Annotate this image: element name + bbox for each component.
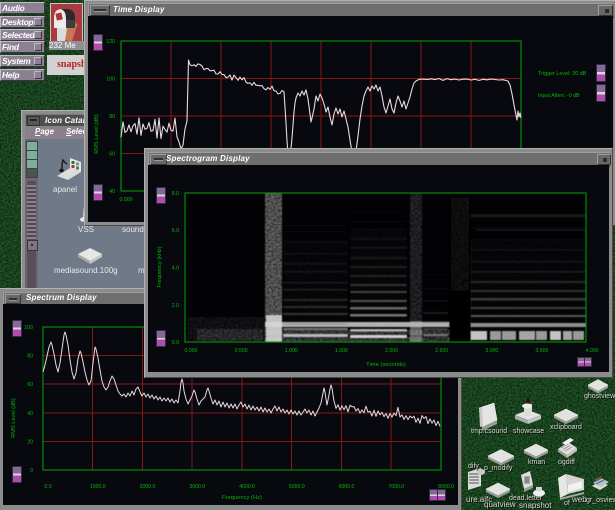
svg-text:40: 40	[109, 189, 115, 195]
svg-text:80: 80	[27, 354, 33, 360]
svg-text:Frequency (kHz): Frequency (kHz)	[157, 246, 163, 287]
svg-text:Input Atten: -0 dB: Input Atten: -0 dB	[538, 93, 580, 99]
svg-text:Trigger Level: 30 dB: Trigger Level: 30 dB	[538, 71, 587, 77]
svg-text:4000.0: 4000.0	[239, 484, 255, 490]
svg-text:3.000: 3.000	[485, 348, 498, 354]
svg-text:1.500: 1.500	[335, 348, 348, 354]
svg-text:RMS Level (dB): RMS Level (dB)	[94, 114, 100, 154]
svg-text:Frequency (Hz): Frequency (Hz)	[222, 495, 262, 501]
svg-text:0.500: 0.500	[235, 348, 248, 354]
svg-text:5000.0: 5000.0	[289, 484, 305, 490]
svg-text:0.0: 0.0	[44, 484, 51, 490]
svg-text:6.0: 6.0	[172, 228, 179, 234]
svg-text:20: 20	[27, 439, 33, 445]
svg-text:3000.0: 3000.0	[189, 484, 205, 490]
svg-text:6000.0: 6000.0	[339, 484, 355, 490]
svg-text:7000.0: 7000.0	[388, 484, 404, 490]
svg-text:40: 40	[27, 411, 33, 417]
svg-text:3.500: 3.500	[535, 348, 548, 354]
svg-text:1.000: 1.000	[285, 348, 298, 354]
svg-text:0: 0	[30, 468, 33, 474]
svg-text:2.500: 2.500	[435, 348, 448, 354]
svg-text:80: 80	[109, 114, 115, 120]
svg-text:60: 60	[27, 382, 33, 388]
svg-text:0.000: 0.000	[185, 348, 198, 354]
svg-text:1000.0: 1000.0	[90, 484, 106, 490]
svg-text:0.000: 0.000	[120, 197, 133, 203]
svg-text:8.0: 8.0	[172, 191, 179, 197]
svg-text:2000.0: 2000.0	[140, 484, 156, 490]
svg-text:100: 100	[106, 77, 115, 83]
svg-text:120: 120	[106, 39, 115, 45]
svg-text:0.0: 0.0	[172, 340, 179, 346]
svg-text:60: 60	[109, 152, 115, 158]
svg-text:RMS Level (dB): RMS Level (dB)	[11, 398, 17, 438]
svg-text:Time (seconds): Time (seconds)	[366, 362, 406, 368]
svg-text:2.000: 2.000	[385, 348, 398, 354]
svg-text:100: 100	[24, 325, 33, 331]
svg-text:4.000: 4.000	[586, 348, 599, 354]
svg-text:2.0: 2.0	[172, 303, 179, 309]
svg-text:4.0: 4.0	[172, 266, 179, 272]
